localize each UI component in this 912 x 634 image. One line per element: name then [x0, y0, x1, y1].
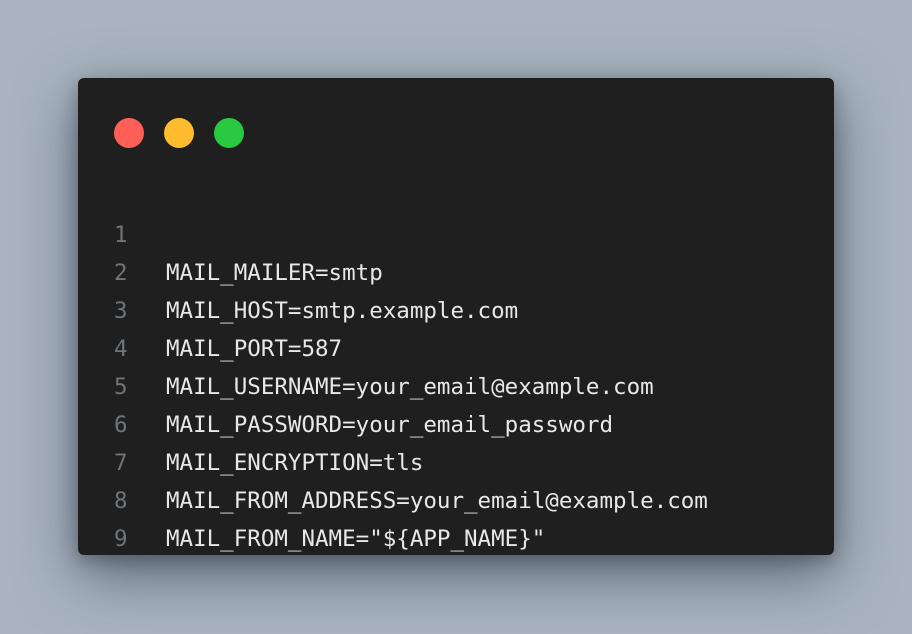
code-line-5: 5 MAIL_PASSWORD=your_email_password: [78, 330, 834, 438]
maximize-dot-icon[interactable]: [214, 118, 244, 148]
line-number: 9: [114, 526, 128, 552]
code-line-7: 7 MAIL_FROM_ADDRESS=your_email@example.c…: [78, 406, 834, 514]
close-dot-icon[interactable]: [114, 118, 144, 148]
code-body: 1 MAIL_MAILER=smtp 2 MAIL_HOST=smtp.exam…: [78, 178, 834, 552]
code-line-1: 1 MAIL_MAILER=smtp: [78, 178, 834, 286]
code-window: 1 MAIL_MAILER=smtp 2 MAIL_HOST=smtp.exam…: [78, 78, 834, 555]
minimize-dot-icon[interactable]: [164, 118, 194, 148]
code-line-3: 3 MAIL_PORT=587: [78, 254, 834, 362]
code-line-9: 9: [78, 482, 834, 552]
code-line-6: 6 MAIL_ENCRYPTION=tls: [78, 368, 834, 476]
code-line-2: 2 MAIL_HOST=smtp.example.com: [78, 216, 834, 324]
code-line-4: 4 MAIL_USERNAME=your_email@example.com: [78, 292, 834, 400]
code-line-8: 8 MAIL_FROM_NAME="${APP_NAME}": [78, 444, 834, 552]
line-text: MAIL_FROM_NAME="${APP_NAME}": [166, 526, 546, 552]
